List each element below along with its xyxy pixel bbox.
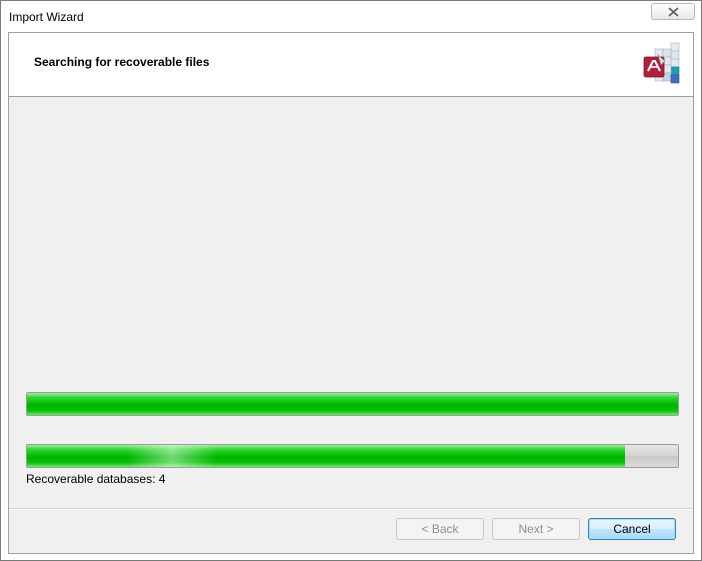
current-progress-bar bbox=[26, 444, 679, 468]
next-button[interactable]: Next > bbox=[492, 518, 580, 540]
close-button[interactable] bbox=[651, 3, 695, 20]
cancel-button[interactable]: Cancel bbox=[588, 518, 676, 540]
close-icon bbox=[668, 7, 679, 17]
back-button[interactable]: < Back bbox=[396, 518, 484, 540]
current-progress-fill bbox=[27, 445, 625, 467]
footer-divider bbox=[9, 508, 693, 510]
database-recovery-icon bbox=[643, 42, 680, 84]
page-title: Searching for recoverable files bbox=[34, 55, 210, 69]
window-title: Import Wizard bbox=[9, 10, 84, 24]
import-wizard-window: Import Wizard Searching for recoverable … bbox=[0, 0, 702, 561]
overall-progress-bar bbox=[26, 392, 679, 416]
progress-shine bbox=[127, 445, 217, 467]
wizard-content: Searching for recoverable files Recovera… bbox=[8, 32, 694, 554]
recoverable-count-label: Recoverable databases: 4 bbox=[26, 472, 166, 486]
title-bar[interactable]: Import Wizard bbox=[1, 1, 701, 32]
wizard-header: Searching for recoverable files bbox=[9, 33, 693, 97]
overall-progress-fill bbox=[27, 393, 678, 415]
